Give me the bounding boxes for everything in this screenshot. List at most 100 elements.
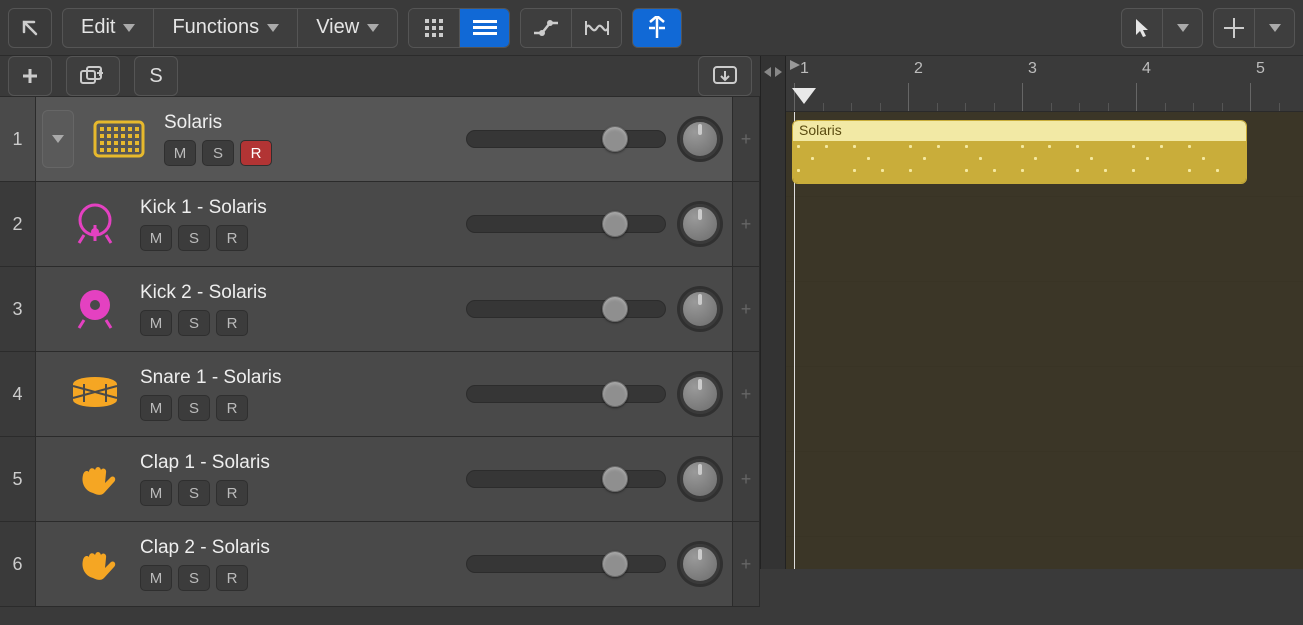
ruler[interactable]: 12345 bbox=[786, 56, 1303, 112]
volume-slider[interactable] bbox=[466, 470, 666, 488]
add-track-button[interactable] bbox=[8, 56, 52, 96]
mute-button[interactable]: M bbox=[164, 140, 196, 166]
duplicate-track-button[interactable] bbox=[66, 56, 120, 96]
automation-add[interactable]: + bbox=[733, 267, 759, 352]
volume-slider[interactable] bbox=[466, 385, 666, 403]
track-number[interactable]: 5 bbox=[0, 437, 35, 522]
catch-playhead-button[interactable] bbox=[632, 8, 682, 48]
record-enable-button[interactable]: R bbox=[216, 565, 248, 591]
pan-knob[interactable] bbox=[680, 119, 720, 159]
record-enable-button[interactable]: R bbox=[216, 225, 248, 251]
grid-view-button[interactable] bbox=[409, 9, 459, 47]
solo-button[interactable]: S bbox=[178, 310, 210, 336]
mute-button[interactable]: M bbox=[140, 395, 172, 421]
bar-number: 5 bbox=[1256, 60, 1265, 78]
automation-add[interactable]: + bbox=[733, 97, 759, 182]
volume-thumb[interactable] bbox=[602, 381, 628, 407]
volume-slider[interactable] bbox=[466, 300, 666, 318]
secondary-tool-button[interactable] bbox=[1213, 8, 1295, 48]
list-view-button[interactable] bbox=[459, 9, 509, 47]
track-number[interactable]: 6 bbox=[0, 522, 35, 607]
ruler-ticks bbox=[786, 87, 1303, 111]
mute-button[interactable]: M bbox=[140, 225, 172, 251]
global-solo-button[interactable]: S bbox=[134, 56, 178, 96]
grid-icon bbox=[423, 17, 445, 39]
pan-knob[interactable] bbox=[680, 289, 720, 329]
volume-thumb[interactable] bbox=[602, 211, 628, 237]
track-number[interactable]: 3 bbox=[0, 267, 35, 352]
midi-region[interactable]: Solaris bbox=[792, 120, 1247, 184]
functions-menu[interactable]: Functions bbox=[153, 9, 297, 47]
volume-thumb[interactable] bbox=[602, 296, 628, 322]
edit-menu[interactable]: Edit bbox=[63, 9, 153, 47]
track-name: Kick 1 - Solaris bbox=[140, 197, 267, 219]
pan-knob[interactable] bbox=[680, 544, 720, 584]
view-menu[interactable]: View bbox=[297, 9, 397, 47]
pan-knob[interactable] bbox=[680, 459, 720, 499]
track-icon bbox=[66, 453, 124, 505]
track-header[interactable]: Kick 1 - Solaris M S R bbox=[36, 182, 732, 267]
duplicate-icon bbox=[79, 65, 107, 87]
track-body: Snare 1 - Solaris M S R bbox=[140, 367, 282, 421]
automation-add[interactable]: + bbox=[733, 352, 759, 437]
record-enable-button[interactable]: R bbox=[216, 310, 248, 336]
pan-knob[interactable] bbox=[680, 374, 720, 414]
automation-add[interactable]: + bbox=[733, 437, 759, 522]
solo-button[interactable]: S bbox=[178, 565, 210, 591]
record-enable-button[interactable]: R bbox=[240, 140, 272, 166]
track-header[interactable]: Clap 2 - Solaris M S R bbox=[36, 522, 732, 607]
pointer-tool-dropdown[interactable] bbox=[1162, 9, 1202, 47]
volume-slider[interactable] bbox=[466, 215, 666, 233]
import-icon bbox=[712, 65, 738, 87]
mute-button[interactable]: M bbox=[140, 310, 172, 336]
bar-labels: 12345 bbox=[786, 56, 1303, 86]
pane-divider[interactable] bbox=[760, 56, 786, 569]
record-enable-button[interactable]: R bbox=[216, 395, 248, 421]
bar-number: 4 bbox=[1142, 60, 1151, 78]
track-controls bbox=[466, 374, 720, 414]
solo-button[interactable]: S bbox=[178, 480, 210, 506]
track-icon bbox=[66, 368, 124, 420]
automation-group bbox=[520, 8, 622, 48]
track-import-button[interactable] bbox=[698, 56, 752, 96]
automation-button[interactable] bbox=[521, 9, 571, 47]
track-header-bar: S bbox=[0, 56, 760, 97]
flex-button[interactable] bbox=[571, 9, 621, 47]
track-number[interactable]: 1 bbox=[0, 97, 35, 182]
volume-thumb[interactable] bbox=[602, 126, 628, 152]
menu-bar: Edit Functions View bbox=[62, 8, 398, 48]
solo-button[interactable]: S bbox=[202, 140, 234, 166]
msr-row: M S R bbox=[140, 480, 270, 506]
track-header[interactable]: Solaris M S R bbox=[36, 97, 732, 182]
automation-add[interactable]: + bbox=[733, 522, 759, 607]
track-header[interactable]: Kick 2 - Solaris M S R bbox=[36, 267, 732, 352]
volume-slider[interactable] bbox=[466, 555, 666, 573]
mute-button[interactable]: M bbox=[140, 565, 172, 591]
volume-thumb[interactable] bbox=[602, 466, 628, 492]
pan-knob[interactable] bbox=[680, 204, 720, 244]
back-button[interactable] bbox=[8, 8, 52, 48]
track-header[interactable]: Snare 1 - Solaris M S R bbox=[36, 352, 732, 437]
volume-thumb[interactable] bbox=[602, 551, 628, 577]
track-number[interactable]: 4 bbox=[0, 352, 35, 437]
region-body bbox=[793, 141, 1246, 183]
disclosure-button[interactable] bbox=[42, 110, 74, 168]
pointer-tool-button[interactable] bbox=[1121, 8, 1203, 48]
track-name: Snare 1 - Solaris bbox=[140, 367, 282, 389]
main-toolbar: Edit Functions View bbox=[0, 0, 1303, 56]
track-controls bbox=[466, 204, 720, 244]
track-header[interactable]: Clap 1 - Solaris M S R bbox=[36, 437, 732, 522]
global-solo-label: S bbox=[149, 65, 162, 88]
automation-add[interactable]: + bbox=[733, 182, 759, 267]
track-number[interactable]: 2 bbox=[0, 182, 35, 267]
solo-button[interactable]: S bbox=[178, 395, 210, 421]
volume-slider[interactable] bbox=[466, 130, 666, 148]
mute-button[interactable]: M bbox=[140, 480, 172, 506]
secondary-tool-dropdown[interactable] bbox=[1254, 9, 1294, 47]
solo-button[interactable]: S bbox=[178, 225, 210, 251]
view-menu-label: View bbox=[316, 16, 359, 39]
record-enable-button[interactable]: R bbox=[216, 480, 248, 506]
region-area[interactable]: Solaris bbox=[786, 112, 1303, 569]
playhead-handle[interactable] bbox=[792, 88, 816, 104]
track-icon bbox=[90, 113, 148, 165]
